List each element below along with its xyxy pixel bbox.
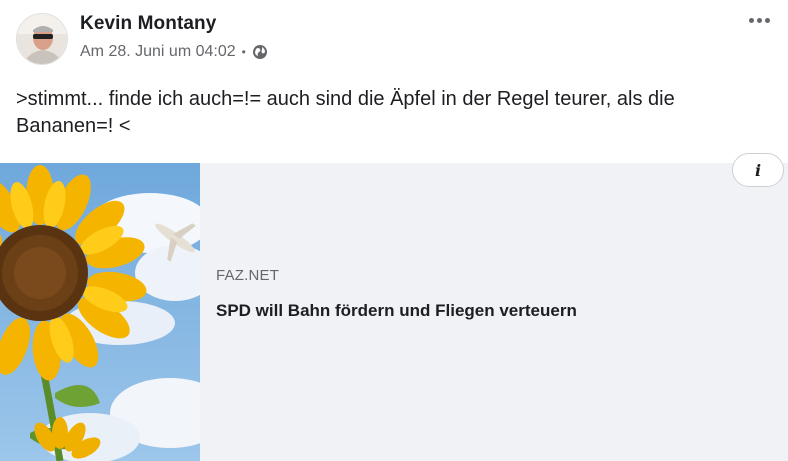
post-timestamp[interactable]: Am 28. Juni um 04:02 <box>80 43 236 61</box>
info-icon[interactable]: i <box>732 153 784 187</box>
post-text: >stimmt... finde ich auch=!= auch sind d… <box>16 88 675 137</box>
more-dot <box>749 18 754 23</box>
link-headline[interactable]: SPD will Bahn fördern und Fliegen verteu… <box>216 301 577 321</box>
more-dot <box>765 18 770 23</box>
link-preview-card[interactable]: i FAZ.NET SPD will Bahn fördern und Flie… <box>0 153 788 461</box>
meta-separator: • <box>241 45 246 59</box>
globe-icon[interactable] <box>252 44 268 60</box>
more-options-icon[interactable] <box>745 14 774 27</box>
author-avatar[interactable] <box>16 13 68 65</box>
avatar-image <box>17 14 67 64</box>
more-dot <box>757 18 762 23</box>
facebook-post: Kevin Montany Am 28. Juni um 04:02 • >st… <box>0 0 788 461</box>
link-domain: FAZ.NET <box>216 267 280 284</box>
sunflower-image[interactable] <box>0 163 200 461</box>
post-meta: Am 28. Juni um 04:02 • <box>80 43 268 61</box>
author-name[interactable]: Kevin Montany <box>80 13 216 35</box>
